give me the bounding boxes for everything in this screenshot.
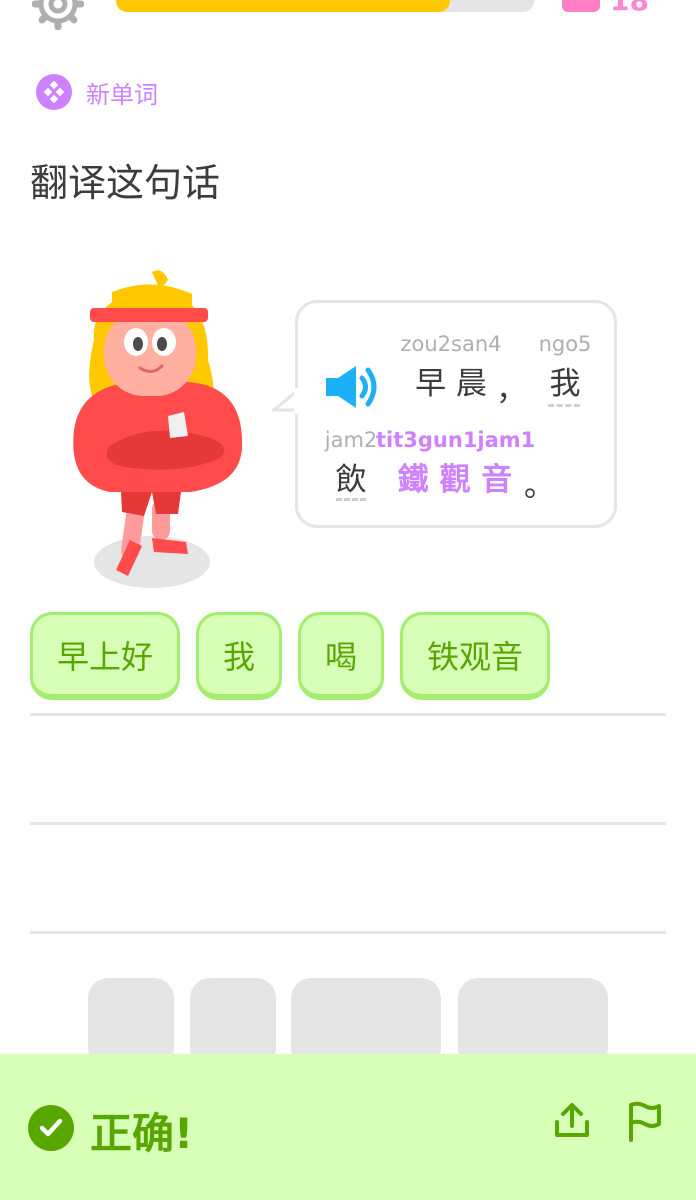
answer-chip[interactable]: 铁观音 — [400, 612, 550, 700]
result-label: 正确! — [90, 1109, 194, 1158]
character-illustration — [73, 270, 243, 588]
speech-bubble-tail — [272, 388, 298, 414]
new-word-label: 新单词 — [86, 80, 158, 109]
new-word-icon — [36, 74, 72, 110]
token-romanization: jam2 — [324, 428, 378, 452]
answer-chip[interactable]: 喝 — [298, 612, 384, 700]
token-characters: 。 — [524, 468, 555, 504]
prompt-token: 。 — [524, 460, 555, 505]
instruction-title: 翻译这句话 — [30, 161, 221, 205]
token-characters: 飲 — [335, 462, 367, 498]
answer-chip[interactable]: 我 — [196, 612, 282, 700]
token-characters: 我 — [549, 366, 581, 402]
prompt-token[interactable]: zou2san4 早 晨 — [396, 332, 506, 403]
streak-count: 18 — [610, 0, 649, 17]
speaker-icon[interactable] — [322, 362, 382, 412]
answer-line — [30, 931, 666, 934]
hint-underline — [548, 404, 580, 407]
hint-underline — [336, 498, 366, 501]
streak-icon — [562, 0, 600, 12]
prompt-token[interactable]: ngo5 我 — [534, 332, 596, 403]
prompt-token-new-word[interactable]: tit3gun1jam1 鐵 觀 音 — [376, 428, 536, 499]
token-romanization: tit3gun1jam1 — [376, 428, 536, 452]
check-circle-icon — [28, 1105, 74, 1151]
settings-gear-icon[interactable] — [32, 0, 84, 30]
answer-chip[interactable]: 早上好 — [30, 612, 180, 700]
token-romanization: zou2san4 — [400, 332, 502, 356]
answer-line — [30, 822, 666, 825]
prompt-token[interactable]: jam2 飲 — [322, 428, 380, 499]
new-word-badge: 新单词 — [36, 74, 158, 110]
token-characters: ， — [496, 372, 527, 408]
streak-counter[interactable]: 18 — [562, 0, 649, 17]
prompt-token: ， — [496, 364, 527, 409]
token-characters: 早 晨 — [415, 366, 487, 402]
share-icon[interactable] — [552, 1100, 592, 1140]
token-characters: 鐵 觀 音 — [397, 462, 513, 498]
token-romanization: ngo5 — [538, 332, 592, 356]
lesson-progress-fill — [116, 0, 451, 12]
report-flag-icon[interactable] — [626, 1100, 664, 1142]
answer-line — [30, 713, 666, 716]
lesson-progress-bar — [116, 0, 534, 12]
